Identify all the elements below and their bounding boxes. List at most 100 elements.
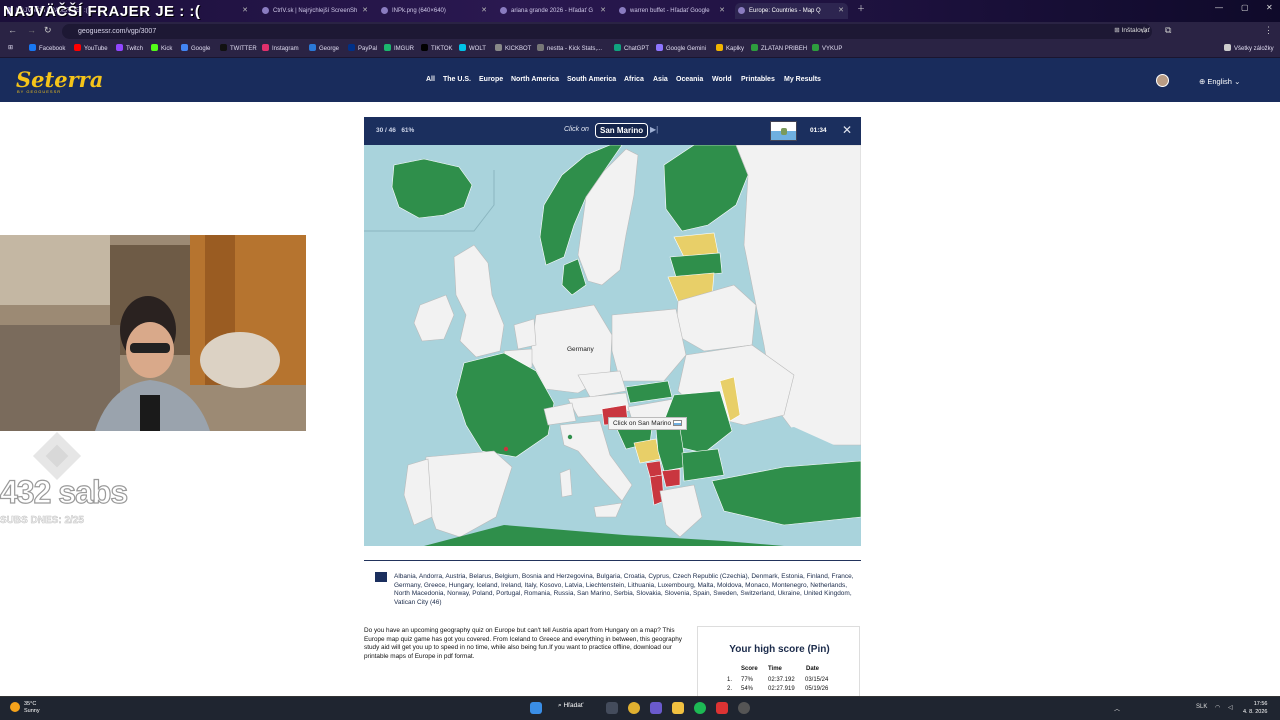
quiz-game: 30 / 46 61% Click on San Marino ▶| 01:34… <box>364 117 861 546</box>
folder-icon <box>716 44 723 51</box>
bookmark-chatgpt[interactable]: ChatGPT <box>614 44 649 52</box>
wifi-icon[interactable]: ◠ <box>1215 704 1220 711</box>
country-monaco[interactable] <box>567 434 573 440</box>
avatar[interactable] <box>1156 74 1169 87</box>
tab-favicon <box>262 7 269 14</box>
weather-widget[interactable]: 35°C Sunny <box>24 701 40 715</box>
bookmark-label: Google Gemini <box>666 46 707 52</box>
chrome-icon[interactable] <box>628 702 640 714</box>
bookmark-kickbot[interactable]: KICKBOT <box>495 44 531 52</box>
tab-6-active[interactable]: Europe: Countries - Map Q ✕ <box>735 3 848 19</box>
bookmark-instagram[interactable]: Instagram <box>262 44 299 52</box>
tab-close-icon[interactable]: ✕ <box>719 3 725 19</box>
high-score-card: Your high score (Pin) Score Time Date 1.… <box>697 626 860 696</box>
nav-europe[interactable]: Europe <box>479 76 503 83</box>
nav-world[interactable]: World <box>712 76 732 83</box>
language-selector[interactable]: ⊕ English ⌄ <box>1199 77 1240 86</box>
bookmark-wolt[interactable]: WOLT <box>459 44 486 52</box>
maximize-icon[interactable]: ▢ <box>1241 3 1249 12</box>
url-field[interactable]: geoguessr.com/vgp/3007 <box>62 24 1152 39</box>
apps-icon[interactable]: ⊞ <box>8 44 13 51</box>
bookmark-zlatan[interactable]: ZLATAN PRIBEH <box>751 44 807 52</box>
bookmark-twitch[interactable]: Twitch <box>116 44 143 52</box>
bookmark-imgur[interactable]: IMGUR <box>384 44 414 52</box>
close-window-icon[interactable]: ✕ <box>1266 3 1273 12</box>
file-explorer-icon[interactable] <box>672 702 684 714</box>
extensions-icon[interactable]: ⧉ <box>1165 25 1171 36</box>
task-view-icon[interactable] <box>606 702 618 714</box>
new-tab-icon[interactable]: ＋ <box>857 3 865 14</box>
country-sardinia[interactable] <box>559 468 573 498</box>
folder-icon <box>1224 44 1231 51</box>
bookmark-label: IMGUR <box>394 46 414 52</box>
bookmark-tiktok[interactable]: TIKTOK <box>421 44 453 52</box>
skip-icon[interactable]: ▶| <box>650 125 658 134</box>
tab-close-icon[interactable]: ✕ <box>362 3 368 19</box>
nav-asia[interactable]: Asia <box>653 76 668 83</box>
country-bulgaria[interactable] <box>681 448 725 482</box>
forward-icon[interactable]: → <box>27 25 36 35</box>
bookmark-george[interactable]: George <box>309 44 339 52</box>
tab-5[interactable]: warren buffet - Hľadať Google ✕ <box>616 3 729 19</box>
language-indicator[interactable]: SLK <box>1196 704 1207 710</box>
tab-close-icon[interactable]: ✕ <box>481 3 487 19</box>
quiz-description: Do you have an upcoming geography quiz o… <box>364 627 682 660</box>
score-time: 02:37.192 <box>768 677 795 683</box>
subs-goal-badge <box>32 431 82 481</box>
bookmark-kaplky[interactable]: Kaplky <box>716 44 744 52</box>
date-header: Date <box>806 666 820 672</box>
spotify-icon[interactable] <box>694 702 706 714</box>
bookmark-paypal[interactable]: PayPal <box>348 44 377 52</box>
nav-us[interactable]: The U.S. <box>443 76 471 83</box>
bookmark-gemini[interactable]: Google Gemini <box>656 44 706 52</box>
quiz-timer: 01:34 <box>810 127 827 134</box>
obs-icon[interactable] <box>738 702 750 714</box>
volume-icon[interactable]: ◁ <box>1228 704 1233 711</box>
bookmark-google[interactable]: Google <box>181 44 210 52</box>
nav-south-america[interactable]: South America <box>567 76 616 83</box>
bookmark-youtube[interactable]: YouTube <box>74 44 108 52</box>
zlatan-icon <box>751 44 758 51</box>
click-on-label: Click on <box>564 126 589 133</box>
bookmark-vykup[interactable]: VYKUP <box>812 44 842 52</box>
bookmark-twitter[interactable]: TWITTER <box>220 44 257 52</box>
bookmark-star-icon[interactable]: ☆ <box>1140 25 1148 36</box>
discord-icon[interactable] <box>650 702 662 714</box>
bookmark-kick[interactable]: Kick <box>151 44 172 52</box>
weather-sun-icon[interactable] <box>10 702 20 712</box>
bookmark-label: ZLATAN PRIBEH <box>761 46 808 52</box>
reload-icon[interactable]: ↻ <box>44 25 52 36</box>
menu-icon[interactable]: ⋮ <box>1264 25 1273 36</box>
clock[interactable]: 17:56 4. 8. 2026 <box>1243 700 1267 716</box>
windows-start-icon[interactable] <box>530 702 542 714</box>
close-icon[interactable]: ✕ <box>842 123 852 137</box>
nav-north-america[interactable]: North America <box>511 76 559 83</box>
bookmark-facebook[interactable]: Facebook <box>29 44 65 52</box>
nav-all[interactable]: All <box>426 76 435 83</box>
flag-icon <box>672 420 682 426</box>
tab-close-icon[interactable]: ✕ <box>242 3 248 19</box>
nav-oceania[interactable]: Oceania <box>676 76 703 83</box>
bookmark-label: TWITTER <box>230 46 257 52</box>
stream-overlay-title: NAJVÄČŠÍ FRAJER JE : :( <box>3 3 201 20</box>
tab-3[interactable]: INPk.png (640×640) ✕ <box>378 3 491 19</box>
tab-2[interactable]: CtrlV.sk | Najrýchlejší ScreenSh ✕ <box>259 3 372 19</box>
taskbar-search[interactable]: ⌕ Hľadať <box>558 702 583 710</box>
tab-favicon <box>738 7 745 14</box>
nav-africa[interactable]: Africa <box>624 76 644 83</box>
back-icon[interactable]: ← <box>8 25 17 35</box>
bookmark-label: nestta - Kick Stats,... <box>547 46 603 52</box>
europe-map[interactable] <box>364 145 861 546</box>
country-andorra[interactable] <box>503 446 509 452</box>
app-icon[interactable] <box>716 702 728 714</box>
all-bookmarks[interactable]: Všetky záložky <box>1224 44 1274 52</box>
tray-chevron-icon[interactable]: ︿ <box>1114 704 1120 713</box>
bookmark-nestta[interactable]: nestta - Kick Stats,... <box>537 44 602 52</box>
printer-icon[interactable] <box>375 572 387 582</box>
nav-my-results[interactable]: My Results <box>784 76 821 83</box>
minimize-icon[interactable]: — <box>1215 3 1223 12</box>
tab-4[interactable]: ariana grande 2026 - Hľadať G ✕ <box>497 3 610 19</box>
tab-close-icon[interactable]: ✕ <box>838 3 844 19</box>
nav-printables[interactable]: Printables <box>741 76 775 83</box>
tab-close-icon[interactable]: ✕ <box>600 3 606 19</box>
